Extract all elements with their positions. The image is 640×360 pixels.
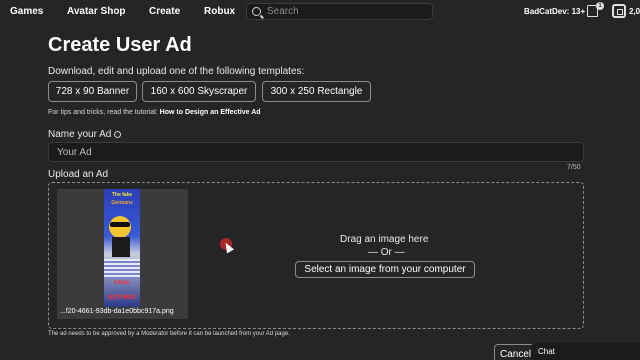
username-label[interactable]: BadCatDev: 13+	[524, 7, 585, 16]
notification-badge: 1	[596, 2, 604, 10]
page-subtitle: Download, edit and upload one of the fol…	[48, 66, 305, 77]
search-icon	[252, 7, 261, 16]
nav-games[interactable]: Games	[10, 6, 43, 17]
tutorial-link[interactable]: How to Design an Effective Ad	[160, 109, 261, 116]
chat-bar[interactable]: Chat	[531, 343, 640, 360]
nav-create[interactable]: Create	[149, 6, 180, 17]
template-skyscraper-button[interactable]: 160 x 600 Skyscraper	[142, 81, 256, 102]
ad-name-input[interactable]	[48, 142, 584, 162]
nav-avatar-shop[interactable]: Avatar Shop	[67, 6, 126, 17]
template-rectangle-button[interactable]: 300 x 250 Rectangle	[262, 81, 371, 102]
robux-balance[interactable]: 2,0	[629, 7, 640, 16]
name-label: Name your Ad	[48, 129, 112, 140]
uploaded-ad-thumbnail: The fake Germanz 8 Fake NOTHING	[104, 189, 140, 307]
thumb-sunglasses	[110, 222, 130, 227]
nav-robux[interactable]: Robux	[204, 6, 235, 17]
template-banner-button[interactable]: 728 x 90 Banner	[48, 81, 137, 102]
thumb-text-bottom: NOTHING	[108, 295, 136, 301]
thumb-character-face	[109, 216, 131, 238]
robux-icon[interactable]	[612, 4, 626, 18]
approval-note: The ad needs to be approved by a Moderat…	[48, 331, 290, 337]
thumb-character-body	[112, 237, 130, 257]
tips-text: For tips and tricks, read the tutorial: …	[48, 109, 261, 116]
or-divider: — Or —	[368, 247, 405, 258]
search-bar[interactable]	[246, 3, 433, 20]
thumb-stripes	[104, 259, 140, 279]
top-nav-bar: Games Avatar Shop Create Robux BadCatDev…	[0, 0, 640, 24]
thumb-text-mid: 8 Fake	[114, 280, 130, 286]
drag-instruction: Drag an image here	[340, 234, 429, 245]
name-label-row: Name your Ad	[48, 129, 122, 140]
notifications-button[interactable]: 1	[587, 2, 604, 18]
search-input[interactable]	[267, 6, 417, 17]
upload-label: Upload an Ad	[48, 169, 109, 180]
char-counter: 7/50	[567, 164, 581, 171]
thumb-text-top: The fake	[111, 192, 133, 198]
select-image-button[interactable]: Select an image from your computer	[295, 261, 475, 278]
thumb-text-top2: Germanz	[111, 200, 133, 206]
uploaded-filename: ...f20-4661-93db-da1e0bbc917a.png	[60, 308, 174, 315]
tips-prefix: For tips and tricks, read the tutorial:	[48, 109, 158, 116]
page-title: Create User Ad	[48, 34, 192, 56]
info-icon[interactable]	[114, 130, 122, 138]
